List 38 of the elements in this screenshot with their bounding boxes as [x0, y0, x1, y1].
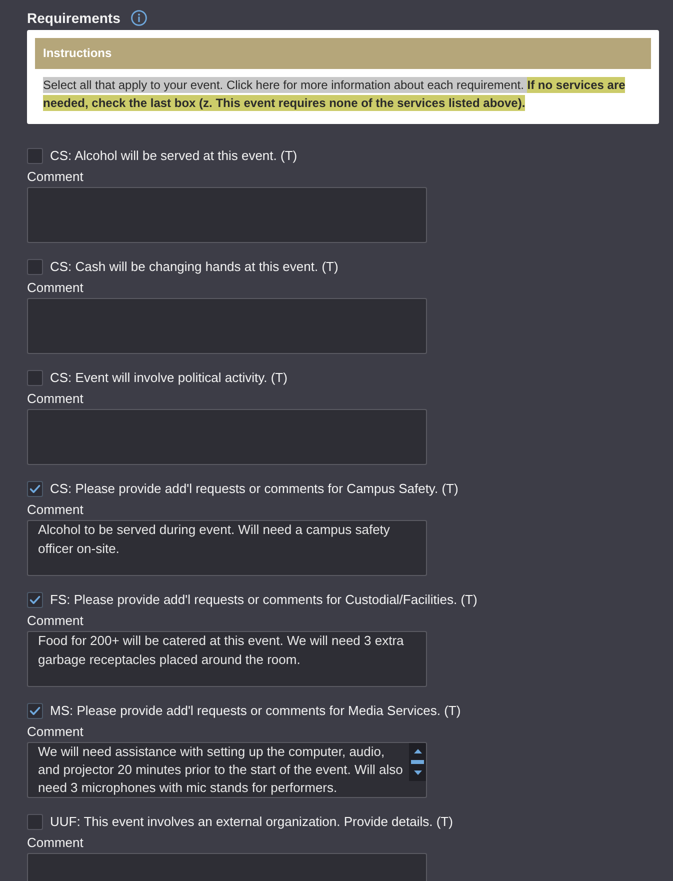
comment-field[interactable]: [27, 187, 427, 243]
requirement-label: FS: Please provide add'l requests or comments for Custodial/Facilities. (T): [50, 591, 478, 608]
instructions-text: Select all that apply to your event. Click here for more information about each requirement. If no services are needed, check the last box (z. This event requires none of the services listed above).: [42, 76, 626, 112]
requirement-label: CS: Alcohol will be served at this event. (T): [50, 147, 298, 164]
comment-field[interactable]: [27, 409, 427, 465]
checkbox[interactable]: [27, 370, 43, 386]
scroll-down-icon[interactable]: [412, 770, 422, 776]
checkbox[interactable]: [27, 592, 43, 608]
scrollbar[interactable]: [409, 743, 426, 781]
checkbox[interactable]: [27, 148, 43, 164]
checkmark-icon: [30, 706, 40, 714]
comment-label: Comment: [27, 724, 84, 739]
checkbox[interactable]: [27, 480, 43, 496]
requirement-label: UUF: This event involves an external organization. Provide details. (T): [50, 813, 453, 830]
comment-field[interactable]: We will need assistance with setting up the computer, audio, and projector 20 minutes prior to the start of the event. Will also need 3 microphones with mic stands for performers.: [27, 742, 427, 798]
comment-field[interactable]: Alcohol to be served during event. Will need a campus safety officer on-site.: [27, 520, 427, 576]
checkbox[interactable]: [27, 258, 43, 274]
checkmark-icon: [30, 484, 40, 492]
checkmark-icon: [30, 596, 40, 604]
scrollbar-thumb[interactable]: [411, 760, 424, 764]
comment-field[interactable]: [27, 298, 427, 354]
comment-label: Comment: [27, 169, 84, 184]
requirement-label: MS: Please provide add'l requests or comments for Media Services. (T): [50, 702, 461, 719]
comment-label: Comment: [27, 502, 84, 517]
comment-label: Comment: [27, 280, 84, 295]
instructions-title: Instructions: [35, 38, 651, 69]
info-icon[interactable]: [131, 10, 148, 26]
comment-field[interactable]: Food for 200+ will be catered at this event. We will need 3 extra garbage receptacles placed around the room.: [27, 631, 427, 687]
scroll-up-icon[interactable]: [412, 748, 422, 754]
comment-label: Comment: [27, 613, 84, 628]
requirement-label: CS: Event will involve political activity. (T): [50, 369, 288, 386]
comment-label: Comment: [27, 835, 84, 850]
checkbox[interactable]: [27, 814, 43, 830]
checkbox[interactable]: [27, 702, 43, 718]
requirement-label: CS: Please provide add'l requests or comments for Campus Safety. (T): [50, 480, 458, 497]
requirement-label: CS: Cash will be changing hands at this event. (T): [50, 258, 338, 275]
comment-label: Comment: [27, 391, 84, 406]
section-title: Requirements: [27, 9, 120, 27]
